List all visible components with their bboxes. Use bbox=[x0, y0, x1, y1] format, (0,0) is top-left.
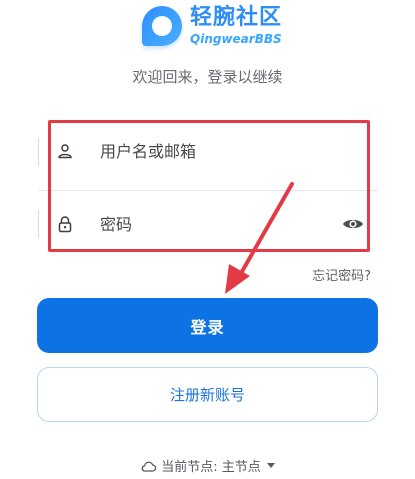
user-icon bbox=[56, 142, 74, 160]
app-logo: 轻腕社区 QingwearBBS bbox=[142, 6, 282, 46]
username-field[interactable] bbox=[38, 122, 378, 180]
node-selector[interactable]: 当前节点: 主节点 bbox=[0, 456, 415, 475]
welcome-subtitle: 欢迎回来，登录以继续 bbox=[132, 68, 283, 86]
register-button[interactable]: 注册新账号 bbox=[37, 367, 378, 422]
password-input[interactable] bbox=[98, 208, 342, 240]
username-input[interactable] bbox=[98, 135, 378, 167]
logo-title: 轻腕社区 bbox=[190, 5, 283, 30]
node-label: 当前节点: 主节点 bbox=[161, 460, 261, 475]
logo-bubble-icon bbox=[142, 6, 182, 46]
forgot-password-link[interactable]: 忘记密码? bbox=[312, 265, 371, 284]
chevron-down-icon bbox=[266, 463, 275, 468]
lock-icon bbox=[56, 215, 74, 233]
eye-icon[interactable] bbox=[342, 216, 364, 232]
field-divider bbox=[38, 190, 378, 191]
logo-subtitle: QingwearBBS bbox=[190, 32, 282, 46]
cloud-icon bbox=[140, 460, 157, 472]
login-button[interactable]: 登录 bbox=[37, 298, 378, 353]
password-field[interactable] bbox=[38, 195, 378, 253]
